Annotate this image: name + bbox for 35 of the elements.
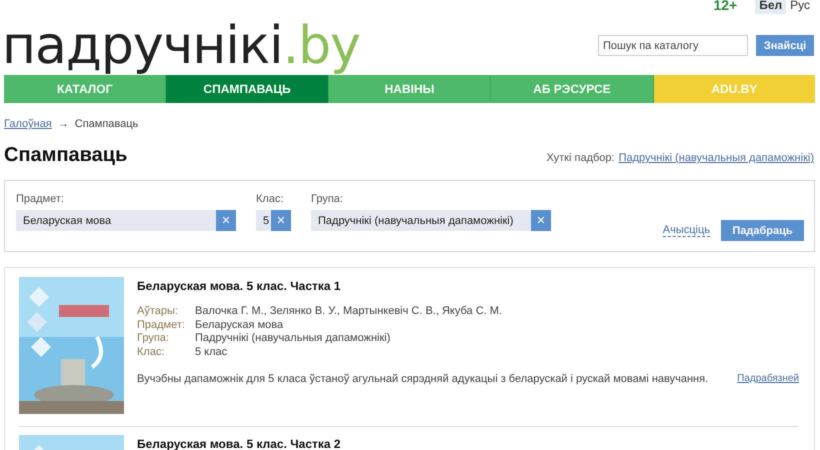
select-field[interactable]: Беларуская мова ✕ — [16, 210, 236, 231]
breadcrumb-link[interactable]: Галоўная — [4, 118, 52, 130]
book-description: Вучэбны дапаможнік для 5 класа ўстаноў агульнай сярэдняй адукацыі з беларускай і рускай мовамі навучання. — [137, 373, 708, 385]
detail-label: Аўтары: — [137, 305, 179, 318]
search-field[interactable]: Пошук па каталогу — [598, 35, 748, 56]
submit-button[interactable]: Падабраць — [721, 220, 804, 241]
book-title[interactable]: Беларуская мова. 5 клас. Частка 1 — [137, 279, 799, 293]
clear-button[interactable]: ✕ — [271, 210, 291, 231]
detail-value: Валочка Г. М., Зелянко В. У., Мартынкевіч С. В., Якуба С. М. — [195, 305, 503, 318]
detail-label: Група: — [137, 332, 170, 346]
field-label: Прадмет: — [16, 193, 65, 205]
select-field[interactable]: Падручнікі (навучальныя дапаможнікі) ✕ — [311, 210, 551, 231]
detail-value: Падручнікі (навучальныя дапаможнікі) — [195, 332, 392, 346]
page-title: Спампаваць — [4, 144, 128, 167]
breadcrumb-separator: → — [58, 118, 69, 130]
detail-label: Прадмет: — [137, 318, 186, 332]
quick-pick-label: Хуткі падбор: — [546, 152, 615, 164]
select-field[interactable]: 5 ✕ — [256, 210, 291, 231]
field-label: Клас: — [256, 193, 284, 205]
nav-tab[interactable]: СПАМПАВАЦЬ — [166, 75, 329, 103]
detail-value: Беларуская мова — [195, 318, 284, 332]
language-tab[interactable]: Рус — [786, 0, 814, 14]
quick-pick-link[interactable]: Падручнікі (навучальныя дапаможнікі) — [618, 152, 814, 164]
reset-link[interactable]: Ачысціць — [662, 224, 710, 237]
clear-button[interactable]: ✕ — [531, 210, 551, 231]
clear-button[interactable]: ✕ — [216, 210, 236, 231]
age-rating: 12+ — [713, 0, 738, 13]
field-label: Група: — [311, 193, 344, 205]
more-link[interactable]: Падрабязней — [737, 373, 799, 385]
detail-value: 5 клас — [195, 346, 228, 359]
breadcrumb-current: Спампаваць — [74, 118, 138, 130]
language-tab[interactable]: Бел — [755, 0, 786, 14]
site-logo[interactable]: падручнікі.by — [2, 16, 360, 76]
search-button[interactable]: Знайсці — [756, 35, 814, 56]
detail-label: Клас: — [137, 346, 195, 359]
